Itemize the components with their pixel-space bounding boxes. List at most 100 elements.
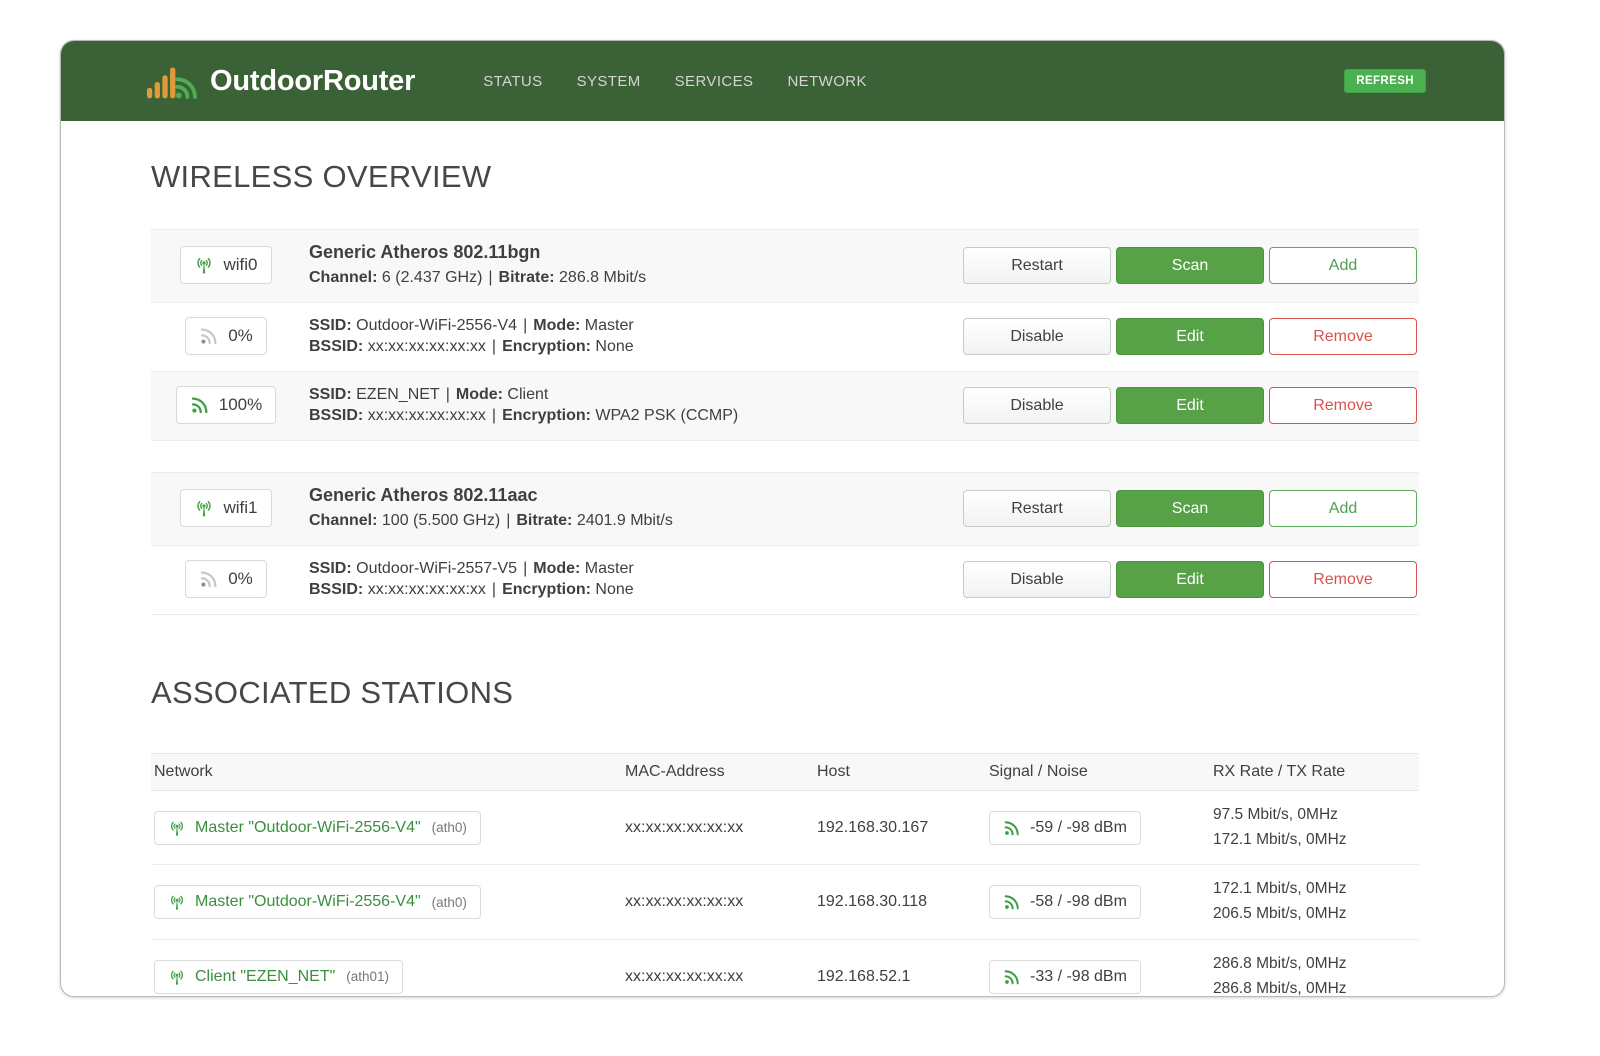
radio-table-wifi1: wifi1 Generic Atheros 802.11aac Channel:… [151, 472, 1419, 615]
station-host: 192.168.30.167 [817, 819, 989, 837]
disable-button[interactable]: Disable [963, 387, 1111, 424]
station-tx-rate: 286.8 Mbit/s, 0MHz [1213, 977, 1419, 997]
station-signal-value: -33 / -98 dBm [1030, 968, 1127, 986]
remove-button[interactable]: Remove [1269, 561, 1417, 598]
associated-stations-title: ASSOCIATED STATIONS [151, 675, 1419, 711]
radio-row-wifi0: wifi0 Generic Atheros 802.11bgn Channel:… [151, 229, 1419, 302]
top-navigation-bar: OutdoorRouter STATUS SYSTEM SERVICES NET… [61, 41, 1504, 121]
edit-button[interactable]: Edit [1116, 318, 1264, 355]
brand-logo: OutdoorRouter [146, 61, 415, 101]
station-rx-rate: 172.1 Mbit/s, 0MHz [1213, 877, 1419, 902]
refresh-button[interactable]: REFRESH [1344, 69, 1426, 93]
col-header-network: Network [151, 763, 625, 781]
remove-button[interactable]: Remove [1269, 387, 1417, 424]
col-header-host: Host [817, 763, 989, 781]
antenna-icon [168, 819, 186, 837]
scan-button[interactable]: Scan [1116, 490, 1264, 527]
brand-name: OutdoorRouter [210, 65, 415, 98]
station-signal-badge: -33 / -98 dBm [989, 960, 1141, 994]
nav-item-status[interactable]: STATUS [483, 73, 542, 90]
antenna-icon [194, 255, 214, 275]
radio-badge-wifi1: wifi1 [180, 489, 271, 527]
station-signal-badge: -59 / -98 dBm [989, 811, 1141, 845]
signal-percent-label: 0% [228, 326, 253, 346]
antenna-icon [194, 498, 214, 518]
station-rx-rate: 286.8 Mbit/s, 0MHz [1213, 952, 1419, 977]
disable-button[interactable]: Disable [963, 318, 1111, 355]
remove-button[interactable]: Remove [1269, 318, 1417, 355]
add-button[interactable]: Add [1269, 247, 1417, 284]
restart-button[interactable]: Restart [963, 490, 1111, 527]
nav-item-network[interactable]: NETWORK [787, 73, 866, 90]
col-header-mac: MAC-Address [625, 763, 817, 781]
station-signal-value: -58 / -98 dBm [1030, 893, 1127, 911]
edit-button[interactable]: Edit [1116, 561, 1264, 598]
network-row-outdoor-wifi-2556: 0% SSID: Outdoor-WiFi-2556-V4|Mode: Mast… [151, 302, 1419, 371]
network-row-ezen-net: 100% SSID: EZEN_NET|Mode: Client BSSID: … [151, 371, 1419, 440]
nav-item-services[interactable]: SERVICES [675, 73, 754, 90]
station-signal-value: -59 / -98 dBm [1030, 819, 1127, 837]
main-nav: STATUS SYSTEM SERVICES NETWORK [483, 73, 867, 90]
station-row: Master "Outdoor-WiFi-2556-V4" (ath0) xx:… [151, 791, 1419, 866]
wifi-signal-icon [1003, 819, 1021, 837]
station-host: 192.168.30.118 [817, 893, 989, 911]
station-row: Master "Outdoor-WiFi-2556-V4" (ath0) xx:… [151, 865, 1419, 940]
station-network-name: Client "EZEN_NET" [195, 968, 335, 986]
radio-title: Generic Atheros 802.11aac [309, 485, 963, 506]
radio-title: Generic Atheros 802.11bgn [309, 242, 963, 263]
signal-strength-badge: 0% [185, 317, 267, 355]
signal-bars-logo-icon [146, 61, 198, 101]
signal-percent-label: 100% [219, 395, 262, 415]
col-header-signal: Signal / Noise [989, 763, 1213, 781]
disable-button[interactable]: Disable [963, 561, 1111, 598]
wifi-signal-icon [199, 569, 219, 589]
col-header-rate: RX Rate / TX Rate [1213, 763, 1419, 781]
station-mac: xx:xx:xx:xx:xx:xx [625, 819, 817, 837]
radio-name-label: wifi1 [223, 498, 257, 518]
edit-button[interactable]: Edit [1116, 387, 1264, 424]
ssid-line: SSID: Outdoor-WiFi-2557-V5|Mode: Master [309, 558, 963, 580]
antenna-icon [168, 893, 186, 911]
network-row-outdoor-wifi-2557: 0% SSID: Outdoor-WiFi-2557-V5|Mode: Mast… [151, 545, 1419, 614]
wifi-signal-icon [1003, 968, 1021, 986]
station-tx-rate: 206.5 Mbit/s, 0MHz [1213, 902, 1419, 927]
station-host: 192.168.52.1 [817, 968, 989, 986]
bssid-line: BSSID: xx:xx:xx:xx:xx:xx|Encryption: Non… [309, 336, 963, 358]
station-network-badge: Master "Outdoor-WiFi-2556-V4" (ath0) [154, 885, 481, 919]
signal-strength-badge: 100% [176, 386, 276, 424]
station-interface-label: (ath0) [432, 895, 467, 910]
ssid-line: SSID: Outdoor-WiFi-2556-V4|Mode: Master [309, 315, 963, 337]
wifi-signal-icon [190, 395, 210, 415]
radio-badge-wifi0: wifi0 [180, 246, 271, 284]
radio-table-wifi0: wifi0 Generic Atheros 802.11bgn Channel:… [151, 229, 1419, 441]
add-button[interactable]: Add [1269, 490, 1417, 527]
stations-table: Network MAC-Address Host Signal / Noise … [151, 753, 1419, 997]
station-tx-rate: 172.1 Mbit/s, 0MHz [1213, 828, 1419, 853]
radio-row-wifi1: wifi1 Generic Atheros 802.11aac Channel:… [151, 472, 1419, 545]
wifi-signal-icon [199, 326, 219, 346]
antenna-icon [168, 968, 186, 986]
ssid-line: SSID: EZEN_NET|Mode: Client [309, 384, 963, 406]
nav-item-system[interactable]: SYSTEM [577, 73, 641, 90]
station-signal-badge: -58 / -98 dBm [989, 885, 1141, 919]
scan-button[interactable]: Scan [1116, 247, 1264, 284]
signal-percent-label: 0% [228, 569, 253, 589]
station-network-badge: Client "EZEN_NET" (ath01) [154, 960, 403, 994]
wireless-overview-title: WIRELESS OVERVIEW [151, 159, 1419, 195]
bssid-line: BSSID: xx:xx:xx:xx:xx:xx|Encryption: Non… [309, 579, 963, 601]
wifi-signal-icon [1003, 893, 1021, 911]
bssid-line: BSSID: xx:xx:xx:xx:xx:xx|Encryption: WPA… [309, 405, 963, 427]
restart-button[interactable]: Restart [963, 247, 1111, 284]
radio-info-line: Channel: 6 (2.437 GHz)|Bitrate: 286.8 Mb… [309, 267, 963, 289]
station-interface-label: (ath01) [346, 969, 389, 984]
station-mac: xx:xx:xx:xx:xx:xx [625, 968, 817, 986]
stations-table-header: Network MAC-Address Host Signal / Noise … [151, 753, 1419, 791]
station-row: Client "EZEN_NET" (ath01) xx:xx:xx:xx:xx… [151, 940, 1419, 997]
app-window: OutdoorRouter STATUS SYSTEM SERVICES NET… [60, 40, 1505, 997]
radio-info-line: Channel: 100 (5.500 GHz)|Bitrate: 2401.9… [309, 510, 963, 532]
station-rx-rate: 97.5 Mbit/s, 0MHz [1213, 803, 1419, 828]
station-network-badge: Master "Outdoor-WiFi-2556-V4" (ath0) [154, 811, 481, 845]
station-interface-label: (ath0) [432, 820, 467, 835]
signal-strength-badge: 0% [185, 560, 267, 598]
station-network-name: Master "Outdoor-WiFi-2556-V4" [195, 819, 421, 837]
